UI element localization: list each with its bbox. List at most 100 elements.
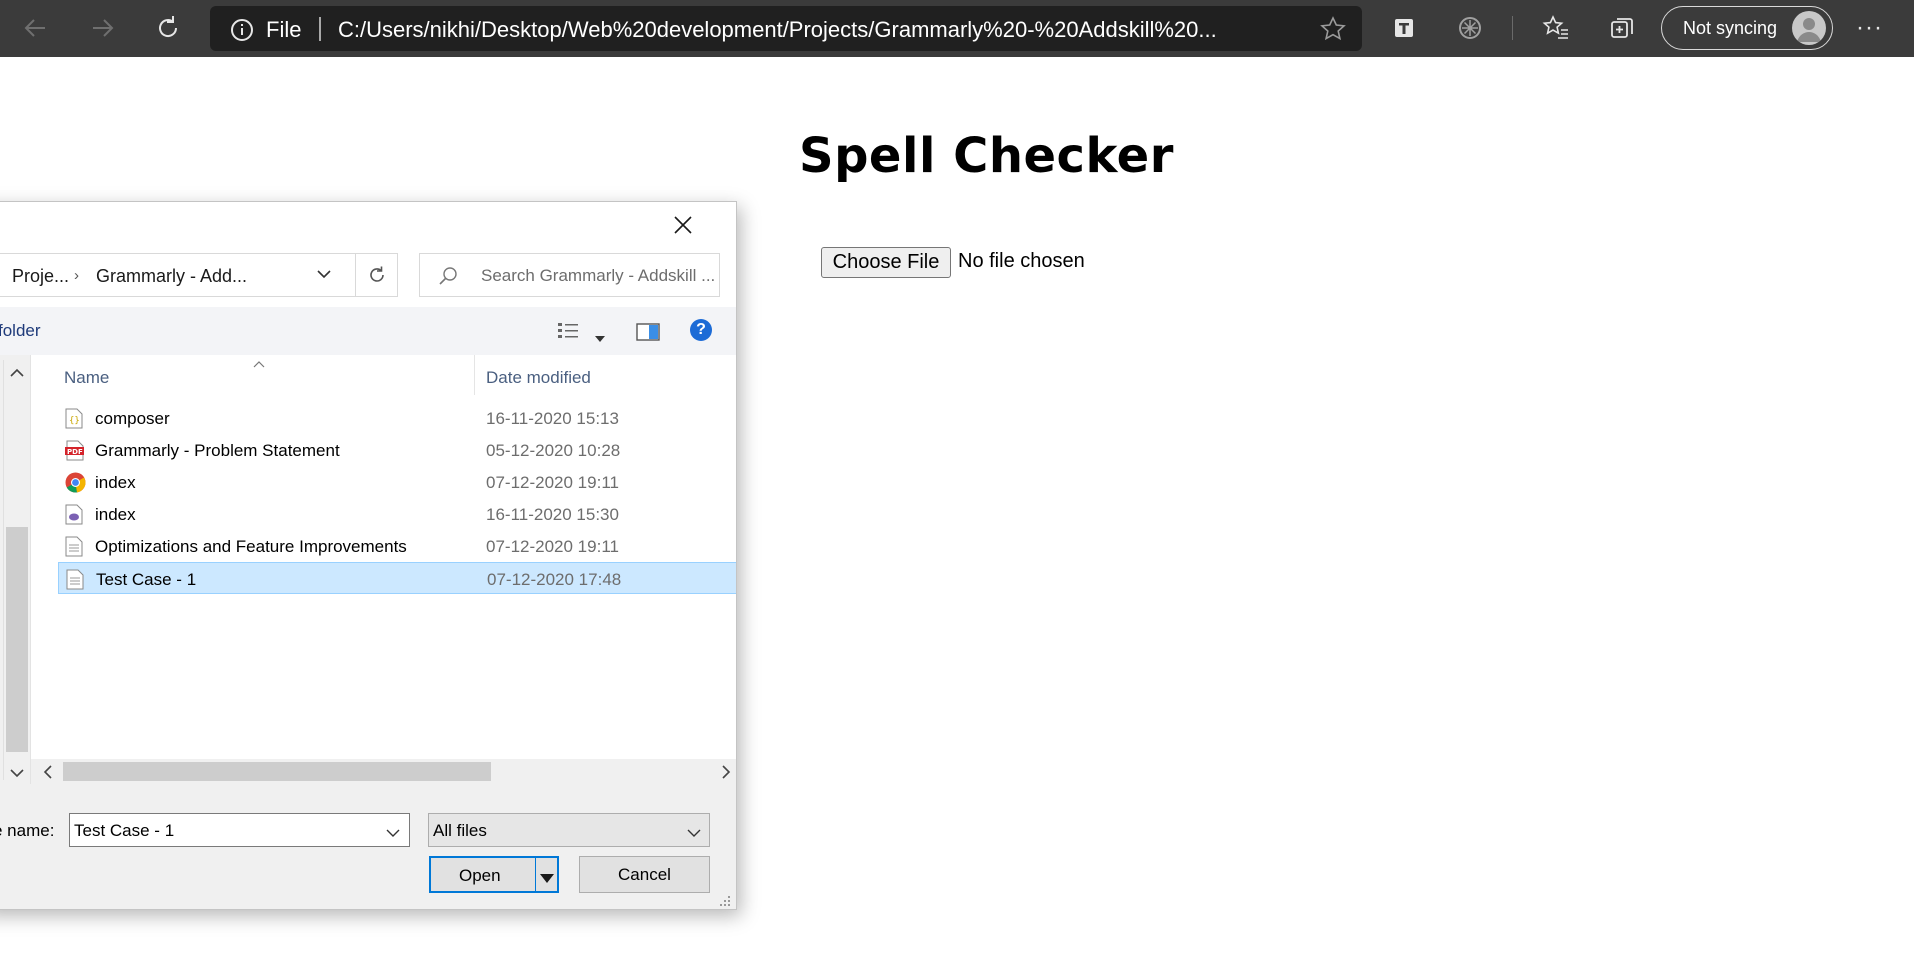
dialog-footer: e name: Test Case - 1 All files Open Can… (0, 784, 736, 909)
file-row[interactable]: index 07-12-2020 19:11 (58, 466, 736, 498)
column-date-header[interactable]: Date modified (486, 368, 591, 388)
collections-button[interactable] (1602, 8, 1642, 48)
extension-icon (1459, 17, 1481, 39)
dialog-close-button[interactable] (661, 210, 705, 240)
scroll-right-icon[interactable] (721, 765, 731, 784)
favorites-button[interactable] (1536, 8, 1576, 48)
file-name-label: e name: (0, 821, 55, 840)
dialog-refresh-button[interactable] (356, 253, 398, 297)
file-date: 07-12-2020 19:11 (486, 473, 619, 492)
file-open-dialog: Proje... › Grammarly - Add... Search Gra… (0, 201, 737, 910)
open-options-dropdown-icon[interactable] (540, 870, 554, 888)
file-type-select[interactable]: All files (428, 813, 710, 847)
file-row[interactable]: index 16-11-2020 15:30 (58, 498, 736, 530)
file-date: 16-11-2020 15:30 (486, 505, 619, 524)
forward-button[interactable] (82, 8, 122, 48)
back-button[interactable] (16, 8, 56, 48)
navigation-pane[interactable] (0, 355, 31, 784)
file-name: Optimizations and Feature Improvements (95, 537, 407, 556)
file-list: Name Date modified {} composer 16-11-202… (31, 355, 736, 759)
dialog-command-bar: folder ? (0, 307, 736, 355)
file-name-field[interactable]: Test Case - 1 (69, 813, 410, 847)
chevron-down-icon[interactable] (386, 825, 400, 843)
file-name: composer (95, 409, 170, 428)
page-title: Spell Checker (799, 128, 1174, 184)
pdf-file-icon: PDF (65, 440, 85, 461)
file-row-selected[interactable]: Test Case - 1 07-12-2020 17:48 (58, 562, 736, 594)
column-name-header[interactable]: Name (64, 368, 109, 388)
file-row[interactable]: PDF Grammarly - Problem Statement 05-12-… (58, 434, 736, 466)
sort-ascending-icon (253, 355, 265, 373)
refresh-button[interactable] (148, 8, 188, 48)
chevron-down-icon[interactable] (687, 825, 701, 843)
svg-text:{}: {} (69, 416, 80, 426)
file-type-value: All files (433, 821, 487, 840)
user-avatar-icon (1797, 18, 1821, 42)
file-date: 07-12-2020 19:11 (486, 537, 619, 556)
file-date: 16-11-2020 15:13 (486, 409, 619, 428)
profile-sync-button[interactable]: Not syncing (1661, 6, 1833, 50)
breadcrumb-current[interactable]: Grammarly - Add... (96, 266, 247, 287)
favorite-star-icon[interactable] (1320, 16, 1346, 47)
preview-pane-icon[interactable] (636, 322, 660, 347)
address-scheme: File (266, 17, 302, 42)
browser-toolbar: File C:/Users/nikhi/Desktop/Web%20develo… (0, 0, 1914, 57)
file-name: Grammarly - Problem Statement (95, 441, 340, 460)
file-name-value[interactable]: Test Case - 1 (74, 821, 174, 841)
help-icon[interactable]: ? (690, 319, 712, 341)
open-button-label: Open (459, 866, 501, 885)
column-divider[interactable] (474, 355, 475, 395)
close-icon (674, 216, 692, 234)
file-date: 07-12-2020 17:48 (487, 570, 622, 589)
scroll-track (3, 360, 4, 780)
file-status-text: No file chosen (958, 250, 1085, 272)
view-options-dropdown-icon[interactable] (595, 329, 605, 347)
back-arrow-icon (24, 19, 45, 37)
search-placeholder: Search Grammarly - Addskill ... (481, 266, 716, 285)
breadcrumb[interactable]: Proje... › Grammarly - Add... (0, 253, 356, 297)
chevron-down-icon[interactable] (316, 266, 332, 287)
cancel-button[interactable]: Cancel (579, 856, 710, 893)
info-icon[interactable] (230, 18, 254, 47)
column-header-row: Name Date modified (31, 355, 736, 399)
vertical-scrollbar-thumb[interactable] (6, 527, 28, 752)
breadcrumb-chevron-icon[interactable]: › (74, 267, 79, 284)
file-date: 05-12-2020 10:28 (486, 441, 621, 460)
file-name: Test Case - 1 (96, 570, 197, 589)
sync-status-label: Not syncing (1683, 18, 1778, 38)
horizontal-scrollbar[interactable] (31, 759, 736, 784)
chrome-html-file-icon (65, 472, 86, 493)
search-icon (438, 266, 458, 291)
extension-button[interactable] (1450, 8, 1490, 48)
more-options-icon[interactable]: ··· (1856, 14, 1883, 42)
refresh-icon (369, 266, 384, 282)
file-name: index (95, 505, 136, 524)
php-file-icon (65, 504, 85, 525)
toolbar-divider (1512, 16, 1513, 40)
read-aloud-button[interactable] (1384, 8, 1424, 48)
text-file-icon (66, 569, 86, 590)
collections-icon (1611, 18, 1633, 38)
file-row[interactable]: Optimizations and Feature Improvements 0… (58, 530, 736, 562)
resize-grip-icon[interactable] (719, 894, 731, 909)
json-file-icon: {} (65, 408, 85, 429)
address-bar[interactable]: File C:/Users/nikhi/Desktop/Web%20develo… (210, 6, 1362, 51)
breadcrumb-parent[interactable]: Proje... (12, 266, 69, 287)
scroll-left-icon[interactable] (43, 765, 53, 784)
address-url[interactable]: C:/Users/nikhi/Desktop/Web%20development… (338, 17, 1308, 43)
file-row[interactable]: {} composer 16-11-2020 15:13 (58, 402, 736, 434)
refresh-icon (159, 16, 178, 37)
scroll-down-icon[interactable] (10, 765, 24, 783)
horizontal-scrollbar-thumb[interactable] (63, 762, 491, 781)
address-separator (319, 17, 321, 41)
open-button[interactable]: Open (429, 856, 559, 893)
favorites-list-icon (1542, 15, 1568, 39)
svg-text:PDF: PDF (67, 448, 83, 456)
choose-file-button[interactable]: Choose File (821, 247, 951, 278)
scroll-up-icon[interactable] (10, 365, 24, 383)
split-divider (535, 858, 536, 891)
view-details-icon[interactable] (557, 322, 579, 345)
search-input[interactable]: Search Grammarly - Addskill ... (419, 253, 720, 297)
new-folder-button[interactable]: folder (0, 321, 41, 341)
text-file-icon (65, 536, 85, 557)
